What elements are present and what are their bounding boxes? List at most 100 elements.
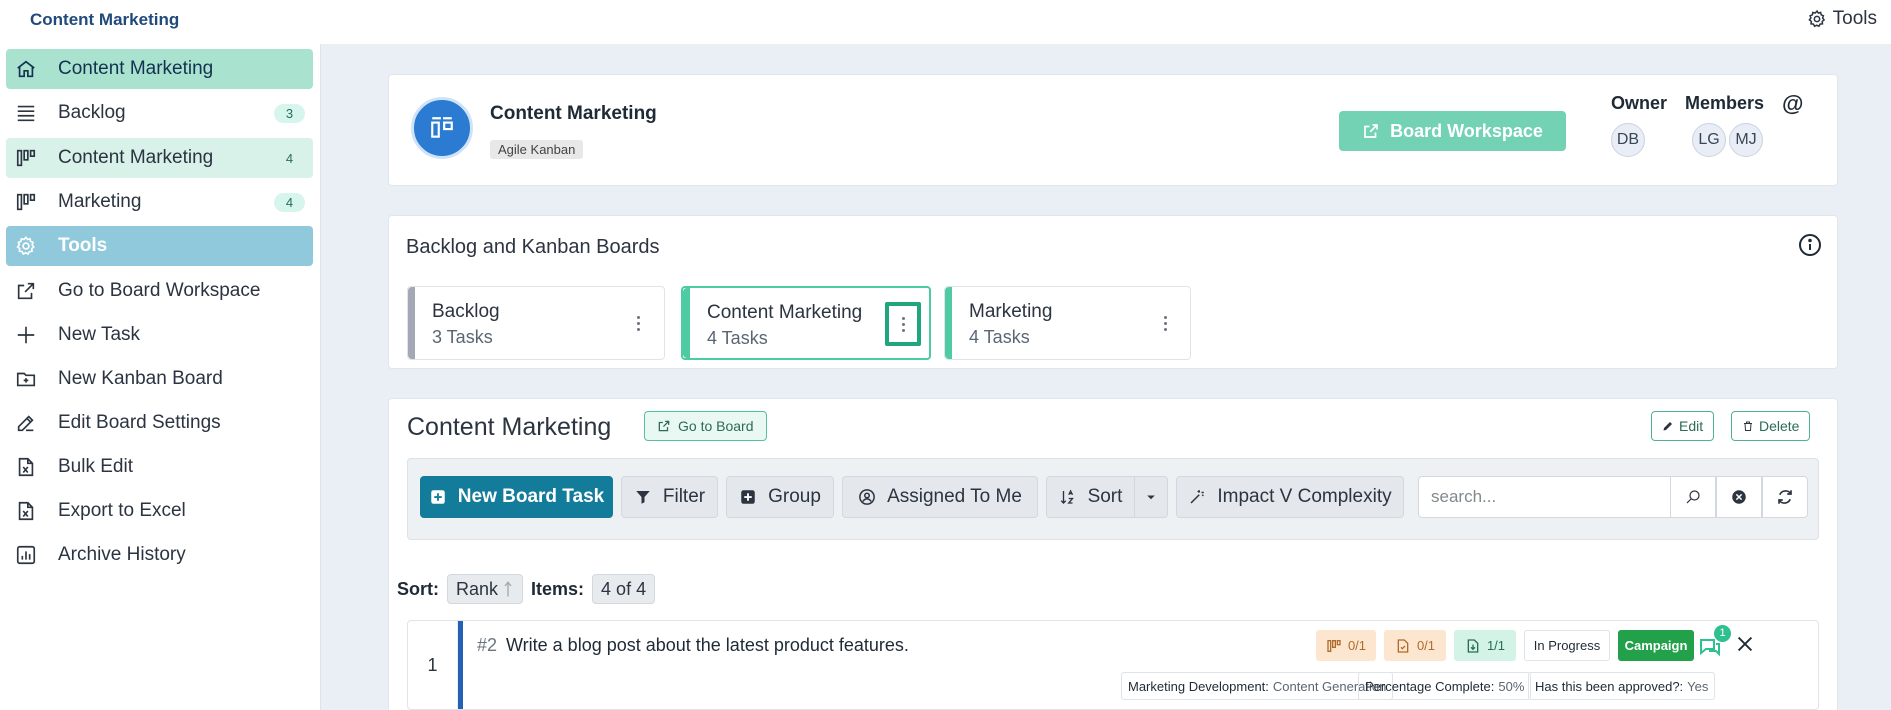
sort-button[interactable]: Sort (1046, 476, 1135, 518)
top-tools-label: Tools (1832, 8, 1877, 29)
status-badge[interactable]: In Progress (1524, 630, 1610, 661)
comments-button[interactable]: 1 (1698, 625, 1731, 659)
top-tools-button[interactable]: Tools (1807, 8, 1877, 30)
filter-button[interactable]: Filter (621, 476, 718, 518)
file-excel-icon (15, 500, 37, 522)
group-label: Group (768, 486, 821, 507)
avatar-member[interactable]: LG (1692, 123, 1726, 157)
board-title: Content Marketing (490, 103, 657, 124)
filter-label: Filter (662, 486, 706, 507)
field-label: Has this been approved?: (1535, 678, 1684, 694)
items-count-pill: 4 of 4 (592, 574, 656, 604)
file-download-icon (1467, 638, 1479, 653)
group-button[interactable]: Group (726, 476, 834, 518)
task-priority-bar (458, 621, 463, 709)
sidebar-item-home[interactable]: Content Marketing (6, 49, 313, 89)
go-to-board-button[interactable]: Go to Board (644, 411, 767, 441)
board-workspace-button[interactable]: Board Workspace (1339, 111, 1566, 151)
field-label: Percentage Complete: (1365, 678, 1495, 694)
board-menu-button[interactable] (895, 312, 911, 336)
sidebar-item-archive-history[interactable]: Archive History (6, 535, 313, 575)
kanban-board-icon (431, 117, 453, 138)
board-menu-button[interactable] (1157, 311, 1173, 335)
kanban-icon (15, 191, 37, 213)
field-tag-approved: Has this been approved?: Yes (1528, 672, 1716, 700)
refresh-icon (1778, 490, 1792, 504)
campaign-tag[interactable]: Campaign (1618, 630, 1694, 661)
sidebar-item-label: Bulk Edit (58, 456, 133, 477)
board-count: 0/1 (1347, 638, 1367, 653)
sidebar: Content Marketing Backlog 3 Content Mark… (0, 44, 321, 710)
edit-board-button[interactable]: Edit (1651, 411, 1715, 441)
avatar-member[interactable]: MJ (1729, 123, 1763, 157)
sidebar-item-export-to-excel[interactable]: Export to Excel (6, 491, 313, 531)
task-name[interactable]: Write a blog post about the latest produ… (506, 635, 909, 656)
external-link-icon (1364, 124, 1378, 138)
sidebar-item-label: Content Marketing (58, 58, 214, 79)
task-row[interactable]: 1 #2 Write a blog post about the latest … (407, 620, 1819, 710)
arrow-up-icon (504, 581, 512, 597)
board-content-title: Content Marketing (407, 413, 612, 441)
count-badge: 4 (285, 151, 294, 166)
download-chip[interactable]: 1/1 (1454, 630, 1516, 661)
refresh-button[interactable] (1762, 476, 1808, 518)
at-mention-icon[interactable]: @ (1782, 91, 1803, 117)
sidebar-item-backlog[interactable]: Backlog 3 (6, 93, 313, 133)
sidebar-item-label: Go to Board Workspace (58, 280, 261, 301)
members-label: Members (1685, 93, 1765, 113)
delete-label: Delete (1759, 418, 1800, 434)
folder-plus-icon (15, 368, 37, 390)
sort-summary: Sort: Rank Items: 4 of 4 (397, 574, 656, 604)
sidebar-item-marketing[interactable]: Marketing 4 (6, 182, 313, 222)
board-count-chip[interactable]: 0/1 (1316, 630, 1376, 661)
board-content-card: Content Marketing Go to Board Edit Delet… (388, 398, 1838, 710)
sidebar-item-tools[interactable]: Tools (6, 226, 313, 266)
info-icon[interactable] (1798, 233, 1822, 257)
sidebar-item-label: Backlog (58, 102, 126, 123)
items-label: Items: (531, 578, 585, 599)
delete-board-button[interactable]: Delete (1731, 411, 1811, 441)
board-card-tasks: 4 Tasks (969, 327, 1030, 347)
board-card-content-marketing[interactable]: Content Marketing 4 Tasks (681, 286, 931, 360)
sidebar-item-label: Export to Excel (58, 500, 186, 521)
count-badge: 3 (274, 104, 305, 123)
close-task-button[interactable] (1734, 633, 1756, 655)
go-to-board-label: Go to Board (678, 418, 754, 434)
checklist-chip[interactable]: 0/1 (1384, 630, 1446, 661)
kanban-icon (15, 147, 37, 169)
board-avatar (411, 97, 473, 159)
board-card-name: Marketing (969, 301, 1053, 322)
avatar-owner[interactable]: DB (1611, 123, 1645, 157)
clear-search-button[interactable] (1716, 476, 1762, 518)
sidebar-item-content-marketing[interactable]: Content Marketing 4 (6, 138, 313, 178)
board-type-badge: Agile Kanban (490, 140, 584, 159)
sort-value-pill[interactable]: Rank (447, 574, 524, 604)
search-button[interactable] (1670, 476, 1716, 518)
file-check-icon (1397, 638, 1409, 653)
field-tag-percentage-complete: Percentage Complete: 50% (1358, 672, 1532, 700)
list-icon (15, 102, 37, 124)
home-icon (15, 58, 37, 80)
sidebar-item-label: New Kanban Board (58, 368, 223, 389)
board-color-bar (683, 288, 690, 358)
plus-square-icon (741, 490, 755, 504)
board-menu-button[interactable] (630, 311, 646, 335)
new-board-task-button[interactable]: New Board Task (420, 476, 613, 518)
board-workspace-label: Board Workspace (1390, 120, 1543, 141)
sidebar-item-edit-board-settings[interactable]: Edit Board Settings (6, 403, 313, 443)
board-card-marketing[interactable]: Marketing 4 Tasks (944, 286, 1191, 360)
sort-dropdown-button[interactable] (1134, 476, 1168, 518)
sidebar-item-go-to-workspace[interactable]: Go to Board Workspace (6, 271, 313, 311)
close-circle-icon (1732, 490, 1746, 504)
sidebar-item-new-task[interactable]: New Task (6, 315, 313, 355)
external-link-icon (658, 420, 670, 432)
search-input[interactable] (1418, 476, 1671, 518)
new-board-task-label: New Board Task (457, 486, 605, 507)
field-label: Marketing Development: (1128, 678, 1269, 694)
field-tag-marketing-development: Marketing Development: Content Generatio… (1121, 672, 1394, 700)
impact-v-complexity-button[interactable]: Impact V Complexity (1176, 476, 1404, 518)
assigned-to-me-button[interactable]: Assigned To Me (842, 476, 1038, 518)
board-card-backlog[interactable]: Backlog 3 Tasks (407, 286, 665, 360)
sidebar-item-new-kanban-board[interactable]: New Kanban Board (6, 359, 313, 399)
sidebar-item-bulk-edit[interactable]: Bulk Edit (6, 447, 313, 487)
